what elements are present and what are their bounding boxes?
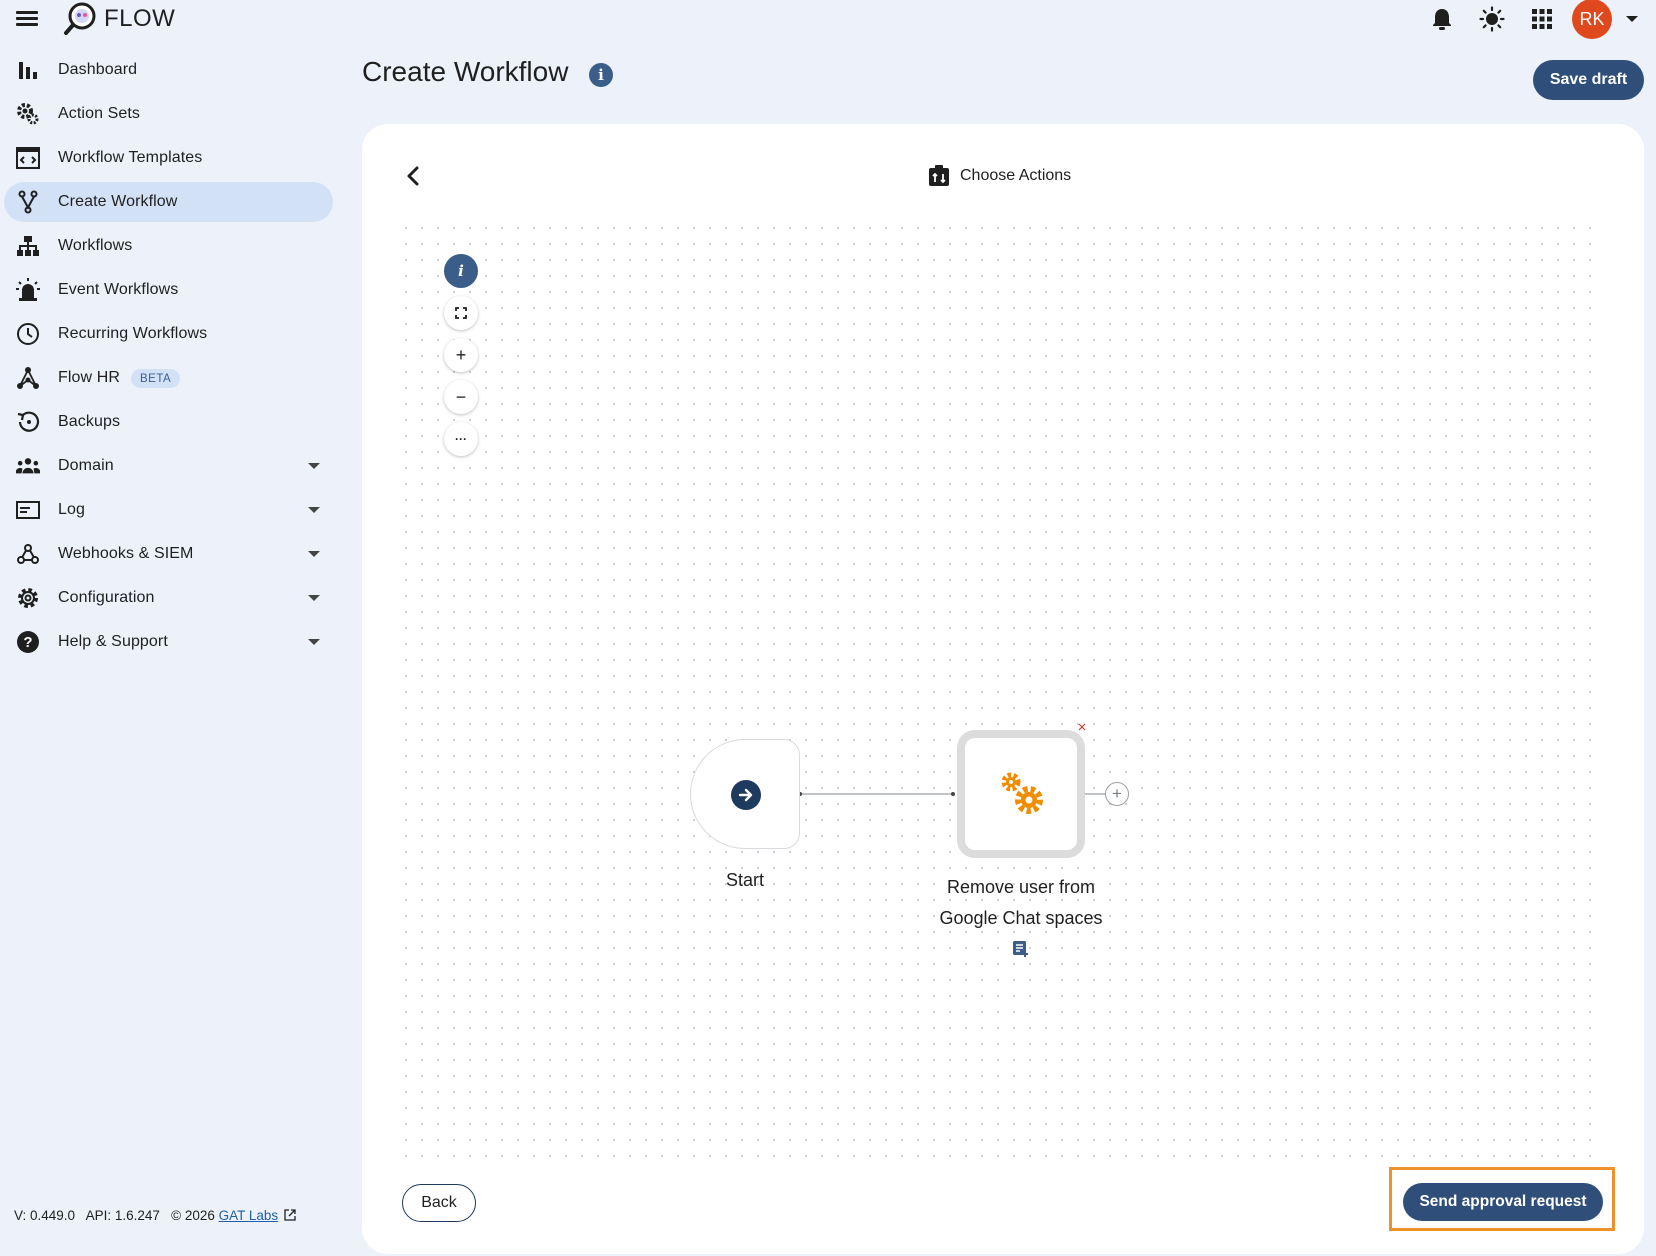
- sidebar-item-workflow-templates[interactable]: Workflow Templates: [4, 138, 333, 178]
- sidebar-item-label: Action Sets: [58, 105, 141, 122]
- api-version: API: 1.6.247: [85, 1208, 160, 1223]
- expand-caret-icon[interactable]: [308, 639, 320, 645]
- restore-icon: [16, 410, 40, 434]
- expand-caret-icon[interactable]: [308, 551, 320, 557]
- fit-view-button[interactable]: [444, 296, 478, 330]
- expand-caret-icon[interactable]: [308, 595, 320, 601]
- step-header: Choose Actions: [928, 164, 1071, 188]
- action-label-line-1: Remove user from: [946, 877, 1096, 897]
- add-node-button[interactable]: +: [1105, 782, 1129, 806]
- sidebar-item-label: Flow HR: [58, 369, 121, 386]
- back-button[interactable]: Back: [402, 1184, 476, 1222]
- sidebar-item-configuration[interactable]: Configuration: [4, 578, 333, 618]
- page-title: Create Workflow: [362, 56, 569, 87]
- brightness-icon[interactable]: [1478, 5, 1506, 33]
- brand-name: FLOW: [104, 5, 176, 32]
- sidebar-item-label: Create Workflow: [58, 193, 178, 210]
- sidebar-item-flow-hr[interactable]: Flow HR BETA: [4, 358, 333, 398]
- gears-icon: [16, 102, 40, 126]
- info-icon[interactable]: i: [589, 63, 613, 87]
- sidebar-item-action-sets[interactable]: Action Sets: [4, 94, 333, 134]
- choose-actions-icon: [929, 165, 949, 186]
- sidebar-item-workflows[interactable]: Workflows: [4, 226, 333, 266]
- webhook-icon: [16, 542, 40, 566]
- bar-chart-icon: [16, 58, 40, 82]
- avatar[interactable]: RK: [1572, 0, 1612, 39]
- more-options-button[interactable]: ···: [444, 422, 478, 456]
- notifications-bell-icon[interactable]: [1428, 5, 1456, 33]
- external-link-icon[interactable]: [284, 1209, 296, 1221]
- sidebar-item-label: Help & Support: [58, 633, 168, 650]
- help-icon: ?: [16, 630, 40, 654]
- action-node-label: Remove user from Google Chat spaces: [901, 872, 1141, 934]
- sidebar-item-label: Event Workflows: [58, 281, 179, 298]
- gear-icon: [16, 586, 40, 610]
- beta-badge: BETA: [131, 369, 181, 388]
- fork-icon: [16, 190, 40, 214]
- sidebar-item-label: Domain: [58, 457, 114, 474]
- sidebar-item-label: Workflow Templates: [58, 149, 203, 166]
- version-footer: V: 0.449.0 API: 1.6.247 © 2026 GAT Labs: [14, 1208, 296, 1223]
- hierarchy-icon: [16, 234, 40, 258]
- expand-caret-icon[interactable]: [308, 507, 320, 513]
- orange-gears-icon: [1001, 772, 1043, 814]
- sidebar-item-create-workflow[interactable]: Create Workflow: [4, 182, 333, 222]
- edge-connector: [798, 792, 1106, 796]
- siren-icon: [16, 278, 40, 302]
- sidebar-item-webhooks-siem[interactable]: Webhooks & SIEM: [4, 534, 333, 574]
- app-logo[interactable]: FLOW: [62, 0, 175, 38]
- sidebar-item-label: Webhooks & SIEM: [58, 545, 194, 562]
- sidebar-item-help-support[interactable]: ? Help & Support: [4, 622, 333, 662]
- chevron-left-icon[interactable]: [400, 162, 428, 190]
- arrow-right-icon: [731, 780, 761, 810]
- top-bar: FLOW RK: [0, 0, 1656, 40]
- zoom-out-button[interactable]: −: [444, 380, 478, 414]
- people-icon: [16, 454, 40, 478]
- sidebar-item-recurring-workflows[interactable]: Recurring Workflows: [4, 314, 333, 354]
- company-link[interactable]: GAT Labs: [219, 1208, 279, 1223]
- action-node[interactable]: [957, 730, 1085, 858]
- step-title: Choose Actions: [960, 167, 1072, 184]
- delete-node-icon[interactable]: ×: [1074, 720, 1090, 736]
- sidebar-item-domain[interactable]: Domain: [4, 446, 333, 486]
- sidebar-item-label: Recurring Workflows: [58, 325, 208, 342]
- hamburger-menu-icon[interactable]: [14, 8, 40, 32]
- start-node-label: Start: [725, 870, 764, 890]
- sidebar-item-label: Backups: [58, 413, 121, 430]
- flow-logo-icon: [64, 2, 96, 35]
- action-label-line-2: Google Chat spaces: [939, 908, 1103, 928]
- clock-icon: [16, 322, 40, 346]
- app-version: V: 0.449.0: [14, 1208, 76, 1223]
- account-menu-caret-icon[interactable]: [1626, 16, 1638, 22]
- template-icon: [16, 146, 40, 170]
- copyright: © 2026: [171, 1208, 215, 1223]
- sidebar-item-label: Configuration: [58, 589, 155, 606]
- save-draft-button[interactable]: Save draft: [1533, 60, 1644, 100]
- log-icon: [16, 498, 40, 522]
- fit-view-icon: [455, 307, 467, 319]
- zoom-in-button[interactable]: +: [444, 338, 478, 372]
- canvas-info-button[interactable]: i: [444, 254, 478, 288]
- svg-text:?: ?: [23, 634, 32, 651]
- start-node[interactable]: [690, 739, 800, 849]
- edit-notes-icon[interactable]: [1011, 939, 1031, 959]
- workflow-canvas[interactable]: i + − ··· Start × + Remove user from Goo…: [398, 220, 1604, 1160]
- apps-grid-icon[interactable]: [1528, 5, 1556, 33]
- send-approval-request-button[interactable]: Send approval request: [1403, 1183, 1603, 1221]
- expand-caret-icon[interactable]: [308, 463, 320, 469]
- sidebar-item-dashboard[interactable]: Dashboard: [4, 50, 333, 90]
- network-icon: [16, 366, 40, 390]
- sidebar-item-backups[interactable]: Backups: [4, 402, 333, 442]
- sidebar-item-event-workflows[interactable]: Event Workflows: [4, 270, 333, 310]
- sidebar-item-label: Log: [58, 501, 85, 518]
- sidebar-item-label: Workflows: [58, 237, 133, 254]
- workflow-card: Choose Actions i + − ··· Start × + Remov…: [362, 124, 1644, 1254]
- sidebar-item-label: Dashboard: [58, 61, 138, 78]
- sidebar-item-log[interactable]: Log: [4, 490, 333, 530]
- sidebar-nav: Dashboard Action Sets Workflow Templates…: [0, 50, 340, 666]
